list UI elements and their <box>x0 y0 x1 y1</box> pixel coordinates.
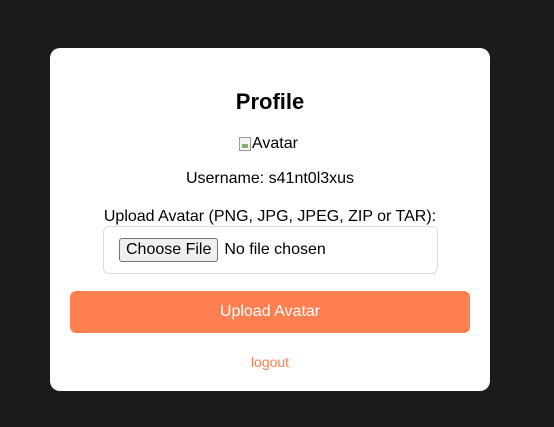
file-status-text: No file chosen <box>224 241 326 258</box>
upload-avatar-label: Upload Avatar (PNG, JPG, JPEG, ZIP or TA… <box>103 208 437 225</box>
choose-file-button[interactable]: Choose File <box>119 238 219 262</box>
avatar-image: Avatar <box>239 135 298 153</box>
file-input[interactable]: Choose File No file chosen <box>103 226 438 274</box>
upload-avatar-button[interactable]: Upload Avatar <box>70 291 470 333</box>
logout-link[interactable]: logout <box>50 354 490 370</box>
avatar-alt-text: Avatar <box>252 135 298 152</box>
username-text: Username: s41nt0l3xus <box>185 170 355 187</box>
page-title: Profile <box>235 89 305 114</box>
broken-image-icon <box>239 137 251 151</box>
profile-card: Profile Avatar Username: s41nt0l3xus Upl… <box>50 48 490 391</box>
